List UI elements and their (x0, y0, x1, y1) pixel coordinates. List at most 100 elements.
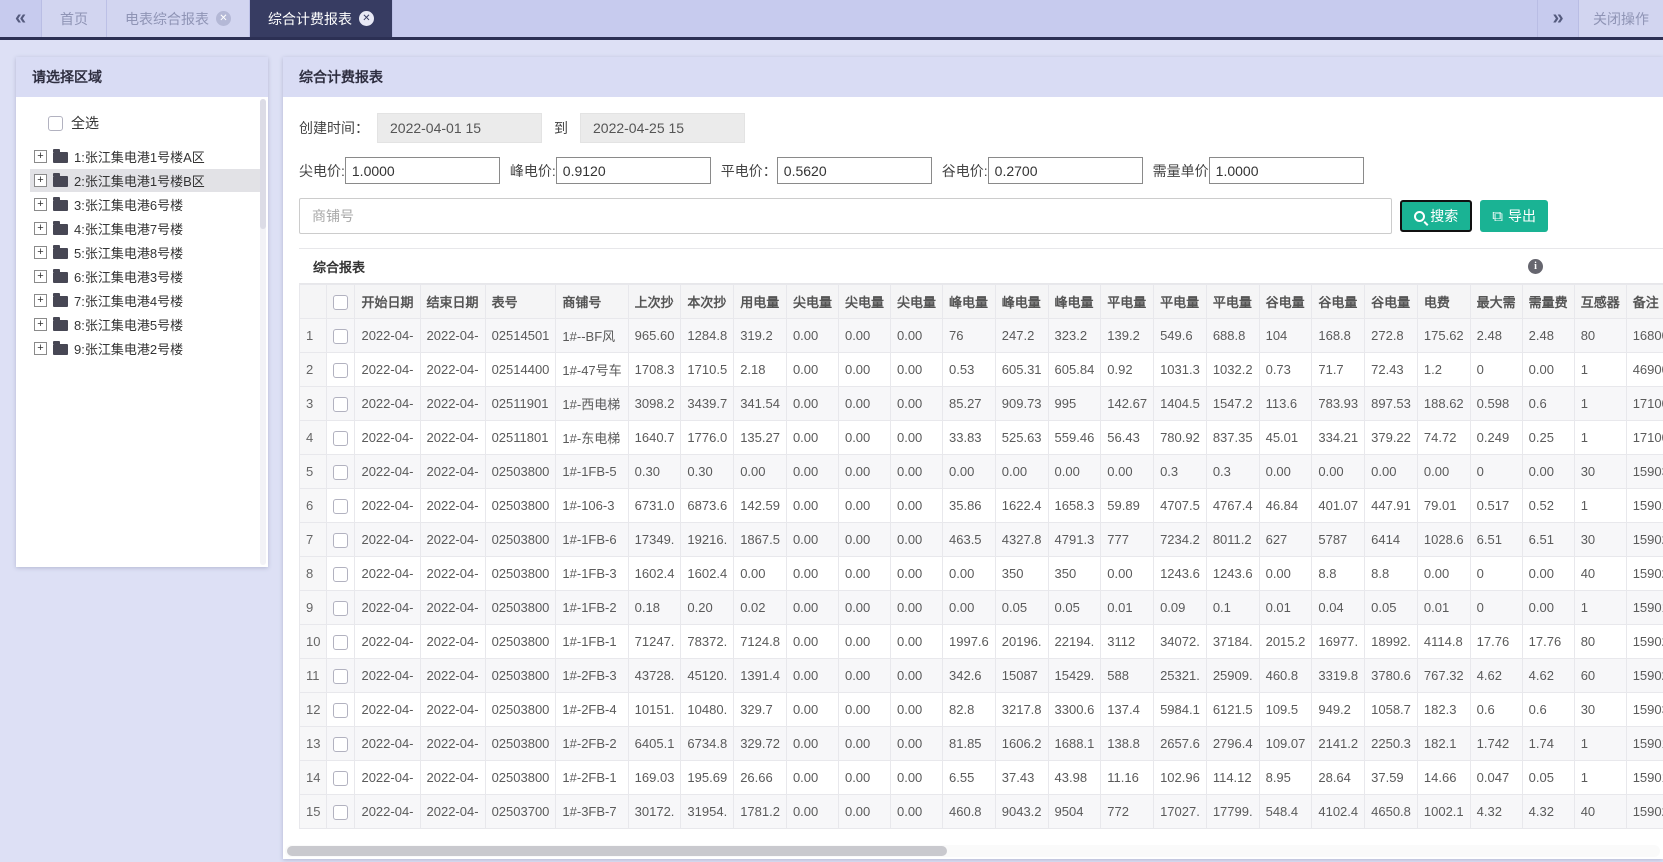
table-cell: 0.3 (1205, 454, 1260, 489)
table-cell: 4767.4 (1205, 488, 1260, 523)
valley-price-input[interactable] (987, 157, 1143, 184)
table-cell: 17349. (627, 522, 682, 557)
export-button[interactable]: ⧉ 导出 (1480, 200, 1548, 232)
row-checkbox[interactable] (333, 464, 349, 480)
horizontal-scrollbar[interactable] (285, 845, 1660, 857)
table-cell: 6734.8 (680, 726, 735, 761)
row-checkbox[interactable] (333, 532, 349, 548)
table-cell: 549.6 (1153, 318, 1207, 353)
row-checkbox[interactable] (333, 328, 349, 344)
table-cell: 3300.6 (1047, 692, 1102, 727)
table-cell: 350 (1047, 556, 1102, 591)
close-icon[interactable]: ✕ (216, 11, 231, 26)
table-cell: 272.8 (1364, 318, 1418, 353)
price-item: 峰电价: (510, 157, 711, 184)
table-cell: 10151. (627, 692, 682, 727)
tree-item[interactable]: +4:张江集电港7号楼 (30, 217, 262, 240)
tree-item[interactable]: +3:张江集电港6号楼 (30, 193, 262, 216)
table-cell: 20196. (994, 624, 1049, 659)
expand-icon[interactable]: + (34, 198, 47, 211)
date-to-input[interactable] (580, 113, 745, 143)
info-icon[interactable]: i (1528, 258, 1543, 274)
date-from-input[interactable] (377, 113, 542, 143)
demand-price-input[interactable] (1208, 157, 1364, 184)
flat-price-input[interactable] (776, 157, 932, 184)
sharp-price-input[interactable] (344, 157, 500, 184)
table-cell: 59.89 (1100, 488, 1155, 523)
row-checkbox[interactable] (333, 600, 349, 616)
expand-icon[interactable]: + (34, 270, 47, 283)
table-cell: 0.249 (1469, 420, 1523, 455)
tabs-scroll-right-icon[interactable]: » (1537, 0, 1579, 37)
close-operations-menu[interactable]: 关闭操作 (1579, 0, 1663, 37)
select-all-rows-checkbox[interactable] (333, 294, 349, 310)
peak-price-input[interactable] (555, 157, 711, 184)
table-cell: 1590127 (1625, 488, 1663, 523)
tree-item[interactable]: +7:张江集电港4号楼 (30, 289, 262, 312)
table-cell: 74.72 (1416, 420, 1471, 455)
table-cell: 02503800 (484, 658, 557, 693)
table-cell: 777 (1100, 522, 1155, 557)
tree-item[interactable]: +5:张江集电港8号楼 (30, 241, 262, 264)
row-checkbox[interactable] (333, 566, 349, 582)
scrollbar-thumb[interactable] (260, 99, 266, 229)
select-all-checkbox[interactable] (48, 115, 63, 131)
row-checkbox[interactable] (333, 736, 349, 752)
sidebar-scrollbar[interactable] (260, 99, 266, 565)
shop-number-input[interactable] (299, 198, 1393, 234)
table-cell: 0.02 (733, 590, 787, 625)
row-checkbox[interactable] (333, 770, 349, 786)
tree-item[interactable]: +9:张江集电港2号楼 (30, 337, 262, 360)
table-cell: 2022-04- (419, 624, 486, 659)
table-cell: 3319.8 (1311, 658, 1366, 693)
table-cell: 60 (1573, 658, 1627, 693)
table-cell: 2022-04- (419, 488, 486, 523)
folder-icon (53, 149, 68, 163)
tree-item[interactable]: +2:张江集电港1号楼B区 (30, 169, 262, 192)
table-cell: 2022-04- (419, 760, 486, 795)
close-icon[interactable]: ✕ (359, 11, 374, 26)
tab-meter-report[interactable]: 电表综合报表 ✕ (107, 0, 250, 37)
row-checkbox[interactable] (333, 362, 349, 378)
tab-billing-report[interactable]: 综合计费报表 ✕ (250, 0, 393, 37)
expand-icon[interactable]: + (34, 318, 47, 331)
select-all-row[interactable]: 全选 (30, 113, 262, 133)
row-checkbox[interactable] (333, 702, 349, 718)
table-cell: 0.00 (837, 488, 891, 523)
table-cell: 0.00 (942, 454, 996, 489)
table-cell: 0.00 (733, 454, 787, 489)
tabs-scroll-left-icon[interactable]: « (0, 0, 42, 37)
table-cell: 1776.0 (680, 420, 735, 455)
expand-icon[interactable]: + (34, 174, 47, 187)
column-header: 互感器 (1573, 284, 1627, 319)
expand-icon[interactable]: + (34, 222, 47, 235)
table-cell: 28.64 (1311, 760, 1366, 795)
expand-icon[interactable]: + (34, 246, 47, 259)
export-icon: ⧉ (1492, 207, 1503, 225)
row-checkbox[interactable] (333, 804, 349, 820)
row-number: 12 (299, 692, 328, 727)
tab-home[interactable]: 首页 (42, 0, 107, 37)
tree-item[interactable]: +8:张江集电港5号楼 (30, 313, 262, 336)
scrollbar-thumb[interactable] (287, 846, 947, 856)
table-row: 13 2022-04- 2022-04- 02503800 1#-2FB-2 6405.1… (299, 726, 1663, 761)
row-checkbox[interactable] (333, 634, 349, 650)
tree-item[interactable]: +6:张江集电港3号楼 (30, 265, 262, 288)
row-checkbox[interactable] (333, 430, 349, 446)
table-cell: 30 (1573, 692, 1627, 727)
column-header: 峰电量 (942, 284, 996, 319)
expand-icon[interactable]: + (34, 342, 47, 355)
expand-icon[interactable]: + (34, 294, 47, 307)
table-cell: 0.00 (1416, 454, 1471, 489)
row-number: 6 (299, 488, 328, 523)
expand-icon[interactable]: + (34, 150, 47, 163)
row-checkbox[interactable] (333, 396, 349, 412)
search-button[interactable]: 搜索 (1400, 200, 1473, 232)
row-checkbox[interactable] (333, 668, 349, 684)
column-header: 尖电量 (785, 284, 839, 319)
row-checkbox[interactable] (333, 498, 349, 514)
table-cell: 0.05 (1364, 590, 1418, 625)
table-cell: 135.27 (733, 420, 787, 455)
tree-item[interactable]: +1:张江集电港1号楼A区 (30, 145, 262, 168)
